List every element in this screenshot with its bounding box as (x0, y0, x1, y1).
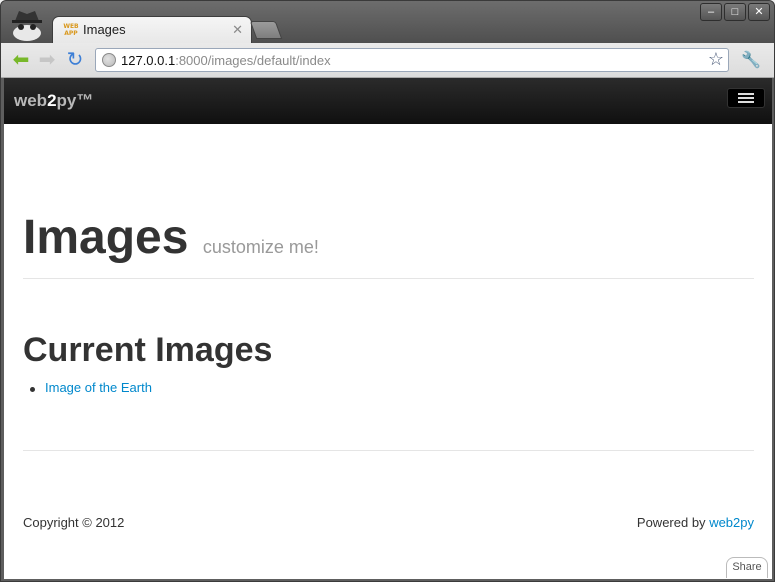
section-title: Current Images (23, 331, 273, 369)
incognito-icon (12, 11, 42, 41)
top-navbar: web2py™ (4, 78, 772, 124)
page-header: Images customize me! (23, 210, 319, 265)
brand-two: 2 (47, 91, 57, 110)
bookmark-star-icon[interactable]: ☆ (708, 49, 724, 70)
address-bar[interactable]: 127.0.0.1:8000/images/default/index ☆ (95, 48, 729, 72)
divider (23, 450, 754, 451)
url-host: 127.0.0.1 (121, 53, 176, 68)
hamburger-icon (738, 97, 754, 99)
brand-prefix: web (14, 91, 48, 110)
hamburger-icon (738, 93, 754, 95)
browser-toolbar: ⬅ ➡ ↻ 127.0.0.1:8000/images/default/inde… (1, 43, 774, 78)
new-tab-button[interactable] (249, 21, 283, 39)
close-icon[interactable]: ✕ (748, 3, 770, 21)
hamburger-icon (738, 101, 754, 103)
browser-window: WEB APP Images ✕ – □ ✕ ⬅ ➡ ↻ 127.0.0.1:8… (0, 0, 775, 582)
image-list: Image of the Earth (26, 380, 152, 395)
minimize-icon[interactable]: – (700, 3, 722, 21)
divider (23, 278, 754, 279)
image-link[interactable]: Image of the Earth (45, 380, 152, 395)
reload-icon[interactable]: ↻ (63, 48, 87, 72)
tab-close-icon[interactable]: ✕ (232, 22, 243, 38)
powered-by-text: Powered by (636, 515, 706, 530)
forward-arrow-icon[interactable]: ➡ (35, 48, 59, 72)
page-viewport: web2py™ Images customize me! Current Ima… (4, 78, 772, 579)
back-arrow-icon[interactable]: ⬅ (9, 48, 33, 72)
web2py-favicon-icon: WEB APP (63, 23, 79, 37)
wrench-icon[interactable]: 🔧 (741, 50, 761, 70)
brand-suffix: py™ (56, 91, 94, 110)
url-text: 127.0.0.1:8000/images/default/index (121, 53, 331, 68)
footer-copyright: Copyright © 2012 (23, 515, 125, 530)
web2py-link[interactable]: web2py (709, 515, 754, 530)
tab-images[interactable]: WEB APP Images ✕ (53, 17, 251, 43)
maximize-icon[interactable]: □ (724, 3, 746, 21)
menu-toggle-button[interactable] (727, 88, 765, 108)
title-bar: WEB APP Images ✕ – □ ✕ (1, 1, 774, 43)
page-subtitle: customize me! (202, 237, 319, 257)
globe-icon (102, 53, 116, 67)
page-title: Images (23, 211, 189, 264)
brand-link[interactable]: web2py™ (14, 91, 93, 111)
footer-powered: Powered by web2py (637, 515, 754, 530)
share-button[interactable]: Share (726, 557, 768, 578)
list-item: Image of the Earth (26, 380, 152, 395)
url-path: :8000/images/default/index (175, 53, 331, 68)
tab-title: Images (83, 22, 126, 37)
